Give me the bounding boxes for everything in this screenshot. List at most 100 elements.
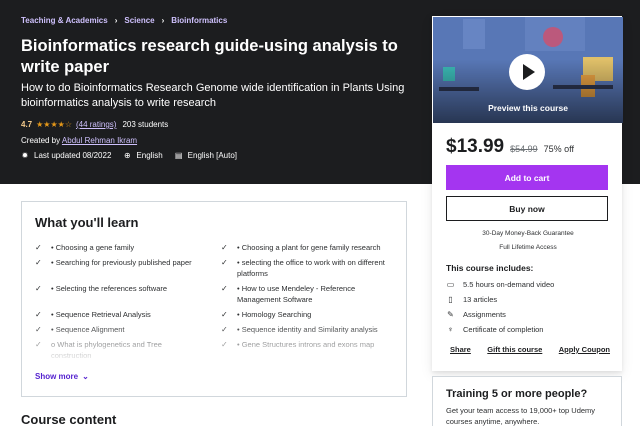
learn-item-label: selecting the office to work with on dif…	[237, 258, 385, 278]
current-price: $13.99	[446, 136, 505, 157]
learn-item: ✓ • Choosing a gene family	[35, 242, 215, 254]
assignment-icon: ✎	[447, 310, 454, 319]
play-icon[interactable]	[509, 54, 545, 90]
learn-item: ✓ • Choosing a plant for gene family res…	[221, 242, 401, 254]
learn-item-label: What is phylogenetics and Tree construct…	[51, 340, 162, 360]
learn-item-label: How to use Mendeley - Reference Manageme…	[237, 284, 356, 304]
learn-item-text: • Searching for previously published pap…	[51, 258, 192, 267]
learn-item-label: Sequence Retrieval Analysis	[55, 310, 151, 319]
chevron-right-icon: ›	[114, 16, 118, 25]
star-rating-icon: ★★★★☆	[36, 120, 72, 129]
check-icon: ✓	[35, 340, 42, 349]
money-back-guarantee: 30-Day Money-Back Guarantee	[482, 230, 574, 237]
preview-label[interactable]: Preview this course	[433, 103, 623, 113]
learn-item-text: • Choosing a plant for gene family resea…	[237, 243, 381, 252]
learn-item-text: • Sequence Retrieval Analysis	[51, 310, 151, 319]
chevron-right-icon: ›	[161, 16, 165, 25]
check-icon: ✓	[35, 258, 42, 267]
learn-item: ✓ • Searching for previously published p…	[35, 257, 215, 269]
course-preview[interactable]: Preview this course	[433, 17, 623, 123]
learn-item-label: Homology Searching	[241, 310, 312, 319]
show-more-button[interactable]: Show more ⌄	[35, 372, 89, 381]
apply-coupon-link[interactable]: Apply Coupon	[559, 345, 610, 354]
article-icon: ▯	[448, 295, 453, 304]
includes-title: This course includes:	[446, 263, 534, 273]
created-by: Created by Abdul Rehman Ikram	[21, 136, 137, 145]
breadcrumb: Teaching & Academics › Science › Bioinfo…	[21, 16, 227, 25]
check-icon: ✓	[35, 325, 42, 334]
learn-item: ✓ o What is phylogenetics and Tree const…	[35, 339, 215, 363]
breadcrumb-item-bioinformatics[interactable]: Bioinformatics	[171, 16, 227, 25]
created-by-label: Created by	[21, 136, 61, 145]
learn-item-label: Choosing a gene family	[55, 243, 135, 252]
language-text: English	[136, 151, 163, 160]
discount-percent: 75% off	[543, 144, 575, 154]
alert-icon: ✹	[21, 150, 29, 160]
price-row: $13.99 $54.99 75% off	[446, 136, 574, 158]
course-subtitle: How to do Bioinformatics Research Genome…	[21, 82, 405, 109]
learn-item-text: • Sequence identity and Similarity analy…	[237, 325, 378, 334]
teams-title: Training 5 or more people?	[446, 388, 588, 400]
include-item: ✎ Assignments	[446, 310, 506, 319]
include-item: ▯ 13 articles	[446, 295, 497, 304]
check-icon: ✓	[221, 258, 228, 267]
lifetime-access: Full Lifetime Access	[499, 244, 557, 251]
sidebar-links: Share Gift this course Apply Coupon	[450, 345, 610, 354]
learn-item-text: o What is phylogenetics and Tree constru…	[51, 340, 162, 360]
check-icon: ✓	[35, 310, 42, 319]
video-icon: ▭	[446, 280, 455, 289]
learn-item-label: Sequence Alignment	[55, 325, 125, 334]
gift-course-link[interactable]: Gift this course	[487, 345, 542, 354]
learn-item-text: • Gene Structures introns and exons map	[237, 340, 375, 349]
learn-item: ✓ • Sequence Alignment	[35, 324, 215, 336]
course-content-title: Course content	[21, 412, 117, 426]
learn-item-label: Choosing a plant for gene family researc…	[241, 243, 381, 252]
course-title: Bioinformatics research guide-using anal…	[21, 37, 398, 76]
learn-item: ✓ • Gene Structures introns and exons ma…	[221, 339, 401, 351]
check-icon: ✓	[221, 243, 228, 252]
check-icon: ✓	[35, 243, 42, 252]
what-youll-learn: What you'll learn ✓ • Choosing a gene fa…	[21, 201, 407, 397]
learn-item-text: • selecting the office to work with on d…	[237, 258, 385, 278]
learn-item-label: Searching for previously published paper	[55, 258, 192, 267]
learn-item-text: • Homology Searching	[237, 310, 312, 319]
check-icon: ✓	[221, 340, 228, 349]
learn-item: ✓ • Selecting the references software	[35, 283, 215, 295]
include-item-label: Assignments	[463, 310, 506, 319]
certificate-icon: ♆	[447, 325, 454, 334]
include-item-label: 5.5 hours on-demand video	[463, 280, 555, 289]
captions-icon: ▤	[174, 150, 183, 160]
last-updated: ✹ Last updated 08/2022	[21, 150, 112, 160]
rating-number: 4.7	[21, 120, 33, 129]
share-link[interactable]: Share	[450, 345, 471, 354]
check-icon: ✓	[35, 284, 42, 293]
check-icon: ✓	[221, 325, 228, 334]
breadcrumb-item-science[interactable]: Science	[124, 16, 154, 25]
breadcrumb-item-teaching-academics[interactable]: Teaching & Academics	[21, 16, 108, 25]
learn-item-label: Gene Structures introns and exons map	[241, 340, 375, 349]
students-count: 203 students	[122, 120, 169, 129]
learn-item-label: Sequence identity and Similarity analysi…	[241, 325, 378, 334]
learn-item-text: • Selecting the references software	[51, 284, 168, 293]
instructor-link[interactable]: Abdul Rehman Ikram	[62, 136, 137, 145]
learn-item-text: • Choosing a gene family	[51, 243, 135, 252]
learn-item: ✓ • Sequence identity and Similarity ana…	[221, 324, 401, 336]
check-icon: ✓	[221, 310, 228, 319]
buy-now-button[interactable]: Buy now	[446, 196, 608, 221]
learn-item: ✓ • selecting the office to work with on…	[221, 257, 401, 281]
include-item-label: 13 articles	[463, 295, 498, 304]
include-item: ▭ 5.5 hours on-demand video	[446, 280, 555, 289]
check-icon: ✓	[221, 284, 228, 293]
add-to-cart-button[interactable]: Add to cart	[446, 165, 608, 190]
course-meta: ✹ Last updated 08/2022 ⊕ English ▤ Engli…	[21, 151, 249, 160]
learn-item: ✓ • How to use Mendeley - Reference Mana…	[221, 283, 401, 307]
teams-text: Get your team access to 19,000+ top Udem…	[446, 406, 596, 426]
learn-item: ✓ • Sequence Retrieval Analysis	[35, 309, 215, 321]
learn-item: ✓ • Homology Searching	[221, 309, 401, 321]
purchase-sidebar: Preview this course $13.99 $54.99 75% of…	[432, 16, 623, 371]
ratings-count-link[interactable]: (44 ratings)	[76, 120, 116, 129]
learn-item-text: • Sequence Alignment	[51, 325, 125, 334]
captions: ▤ English [Auto]	[175, 151, 237, 160]
learn-item-label: Selecting the references software	[55, 284, 168, 293]
learn-title: What you'll learn	[35, 215, 139, 230]
